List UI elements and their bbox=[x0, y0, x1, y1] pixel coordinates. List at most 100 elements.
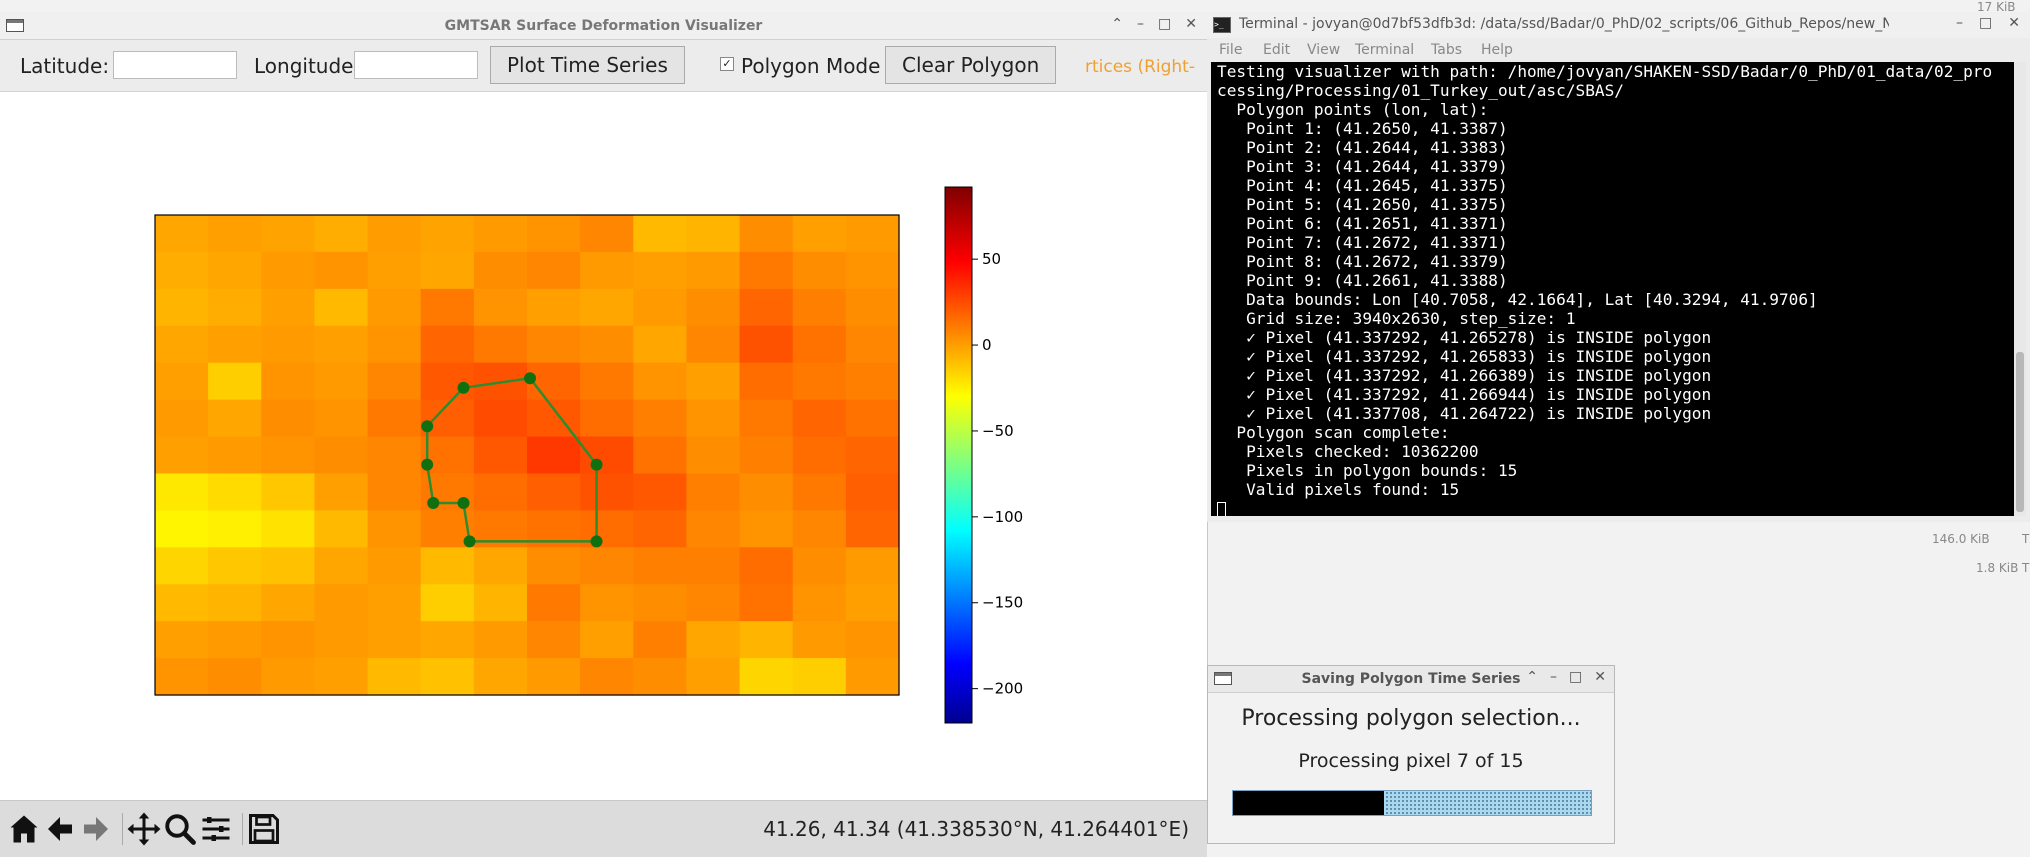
pan-icon[interactable] bbox=[126, 811, 162, 847]
terminal-icon: >_ bbox=[1213, 17, 1231, 33]
heatmap-cell bbox=[367, 436, 422, 475]
heatmap-cell bbox=[792, 436, 847, 475]
back-arrow-icon[interactable] bbox=[42, 811, 78, 847]
latitude-input[interactable] bbox=[113, 51, 237, 79]
polygon-vertex[interactable] bbox=[421, 420, 434, 433]
terminal-scrollbar[interactable] bbox=[2014, 62, 2026, 516]
polygon-vertex[interactable] bbox=[524, 372, 537, 385]
polygon-vertex[interactable] bbox=[590, 535, 603, 548]
terminal-menu-bar: File Edit View Terminal Tabs Help bbox=[1207, 38, 2030, 62]
dialog-title-bar[interactable]: Saving Polygon Time Series ⌃ – □ ✕ bbox=[1208, 666, 1614, 693]
terminal-window: >_ Terminal - jovyan@0d7bf53dfb3d: /data… bbox=[1207, 12, 2030, 522]
menu-tabs[interactable]: Tabs bbox=[1431, 42, 1462, 58]
forward-arrow-icon[interactable] bbox=[78, 811, 114, 847]
heatmap-cell bbox=[261, 288, 316, 327]
terminal-prompt[interactable] bbox=[1211, 499, 2014, 516]
longitude-input[interactable] bbox=[354, 51, 478, 79]
heatmap-cell bbox=[208, 251, 262, 290]
clear-polygon-button[interactable]: Clear Polygon bbox=[885, 46, 1057, 84]
zoom-icon[interactable] bbox=[162, 811, 198, 847]
terminal-line: ✓ Pixel (41.337292, 41.266944) is INSIDE… bbox=[1217, 385, 1712, 404]
shade-icon[interactable]: ⌃ bbox=[1526, 669, 1538, 685]
heatmap-cell bbox=[527, 621, 581, 659]
polygon-mode-checkbox[interactable]: ✓ bbox=[720, 57, 734, 71]
save-icon[interactable] bbox=[246, 811, 282, 847]
heatmap-cell bbox=[208, 288, 262, 327]
menu-file[interactable]: File bbox=[1219, 42, 1242, 58]
heatmap-cell bbox=[261, 547, 316, 585]
heatmap-cell bbox=[580, 621, 634, 659]
home-icon[interactable] bbox=[6, 811, 42, 847]
heatmap-cell bbox=[792, 473, 847, 511]
menu-help[interactable]: Help bbox=[1481, 42, 1513, 58]
heatmap-cell bbox=[314, 251, 369, 290]
heatmap-cell bbox=[686, 621, 741, 659]
polygon-vertex[interactable] bbox=[427, 497, 440, 509]
heatmap-cell bbox=[633, 325, 688, 364]
menu-view[interactable]: View bbox=[1307, 42, 1340, 58]
heatmap-cell bbox=[473, 584, 528, 622]
heatmap-cell bbox=[580, 251, 634, 290]
heatmap-cell bbox=[686, 436, 741, 475]
maximize-icon[interactable]: □ bbox=[1569, 669, 1582, 685]
polygon-vertex[interactable] bbox=[463, 535, 476, 548]
heatmap-cell bbox=[527, 547, 581, 585]
menu-terminal[interactable]: Terminal bbox=[1355, 42, 1414, 58]
heatmap-cell bbox=[580, 288, 634, 327]
polygon-vertex[interactable] bbox=[590, 458, 603, 471]
heatmap-cell bbox=[739, 436, 794, 475]
heatmap-cell bbox=[686, 288, 741, 327]
heatmap-cell bbox=[580, 658, 634, 696]
plot-canvas[interactable]: 50 0 −50 −100 −150 −200 bbox=[0, 92, 1207, 788]
terminal-line: ✓ Pixel (41.337292, 41.266389) is INSIDE… bbox=[1217, 366, 1712, 385]
visualizer-window-title: GMTSAR Surface Deformation Visualizer bbox=[444, 18, 763, 34]
plot-time-series-button[interactable]: Plot Time Series bbox=[490, 46, 685, 84]
heatmap-cell bbox=[473, 251, 528, 290]
heatmap-cell bbox=[686, 362, 741, 401]
heatmap-cell bbox=[686, 584, 741, 622]
heatmap-cell bbox=[527, 399, 581, 438]
dialog-message: Processing polygon selection... bbox=[1241, 706, 1581, 731]
terminal-line: Testing visualizer with path: /home/jovy… bbox=[1217, 62, 1993, 81]
maximize-icon[interactable]: □ bbox=[1158, 16, 1171, 32]
terminal-line: Polygon scan complete: bbox=[1217, 423, 1450, 442]
maximize-icon[interactable]: □ bbox=[1979, 15, 1992, 31]
minimize-icon[interactable]: – bbox=[1956, 15, 1963, 31]
heatmap-cell bbox=[527, 251, 581, 290]
heatmap-cell bbox=[845, 362, 900, 401]
close-icon[interactable]: ✕ bbox=[1594, 669, 1606, 685]
heatmap-cell bbox=[792, 547, 847, 585]
polygon-vertex[interactable] bbox=[457, 497, 470, 509]
menu-edit[interactable]: Edit bbox=[1263, 42, 1290, 58]
heatmap-cell bbox=[367, 362, 422, 401]
heatmap-cell bbox=[739, 658, 794, 696]
heatmap-cell bbox=[314, 362, 369, 401]
heatmap-cell bbox=[208, 473, 262, 511]
polygon-vertex[interactable] bbox=[421, 458, 434, 471]
heatmap-cell bbox=[367, 473, 422, 511]
heatmap-cell bbox=[845, 621, 900, 659]
minimize-icon[interactable]: – bbox=[1550, 669, 1557, 685]
shade-icon[interactable]: ⌃ bbox=[1111, 16, 1123, 32]
heatmap-cell bbox=[633, 658, 688, 696]
heatmap-cell bbox=[633, 362, 688, 401]
heatmap-cell bbox=[420, 547, 475, 585]
heatmap-cell bbox=[155, 658, 209, 696]
close-icon[interactable]: ✕ bbox=[1185, 16, 1197, 32]
terminal-line: Polygon points (lon, lat): bbox=[1217, 100, 1489, 119]
visualizer-title-bar[interactable]: GMTSAR Surface Deformation Visualizer ⌃ … bbox=[0, 12, 1207, 40]
heatmap-cell bbox=[208, 547, 262, 585]
heatmap-cell bbox=[633, 399, 688, 438]
scrollbar-thumb[interactable] bbox=[2016, 352, 2024, 512]
heatmap-cell bbox=[739, 251, 794, 290]
heatmap-cell bbox=[527, 658, 581, 696]
close-icon[interactable]: ✕ bbox=[2008, 15, 2020, 31]
terminal-title-bar[interactable]: >_ Terminal - jovyan@0d7bf53dfb3d: /data… bbox=[1207, 12, 2030, 38]
minimize-icon[interactable]: – bbox=[1137, 16, 1144, 32]
heatmap-cell bbox=[473, 215, 528, 253]
deformation-plot[interactable]: 50 0 −50 −100 −150 −200 bbox=[0, 92, 1207, 788]
heatmap-cell bbox=[473, 399, 528, 438]
terminal-output[interactable]: Testing visualizer with path: /home/jovy… bbox=[1211, 62, 2014, 516]
configure-subplots-icon[interactable] bbox=[198, 811, 234, 847]
polygon-vertex[interactable] bbox=[457, 381, 470, 394]
